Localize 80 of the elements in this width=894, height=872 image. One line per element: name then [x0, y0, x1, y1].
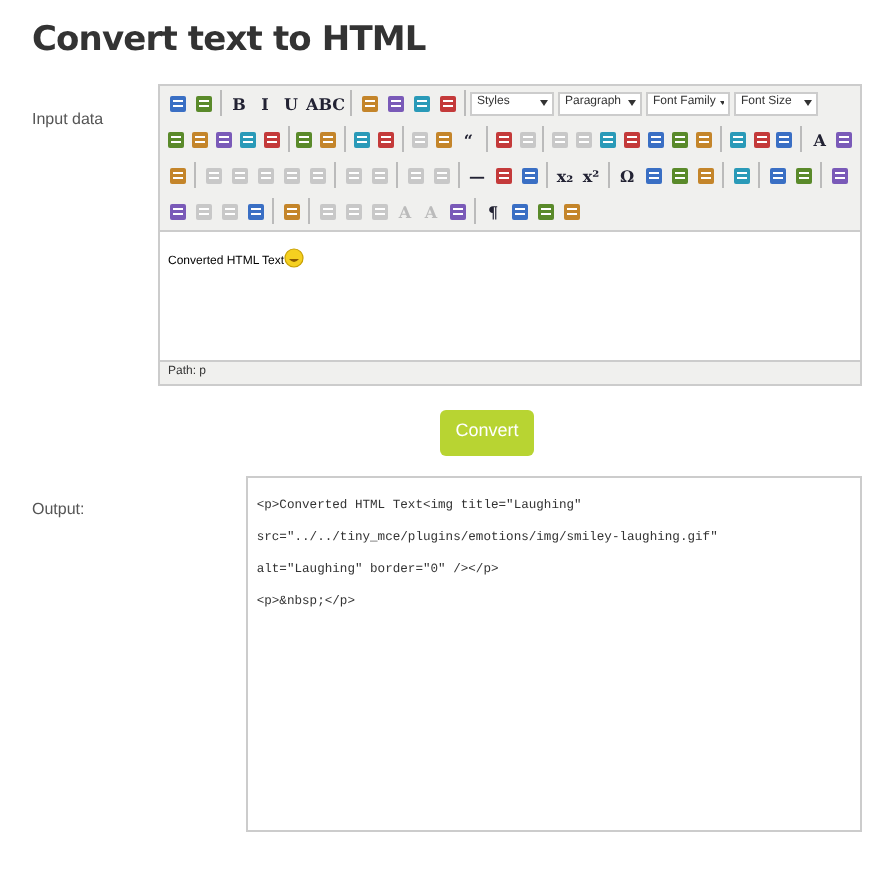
smiley-icon [284, 247, 305, 267]
document-icon [535, 201, 555, 221]
document-icon [574, 129, 595, 149]
caret-icon [540, 100, 549, 106]
caret-icon [719, 100, 725, 106]
document-icon [405, 165, 425, 185]
document-icon [519, 165, 539, 185]
document-icon [193, 201, 213, 221]
toolbar-button[interactable]: ABC [304, 89, 347, 117]
document-icon [281, 165, 301, 185]
document-icon [767, 165, 787, 185]
toolbar-button[interactable]: B [226, 89, 252, 117]
document-icon [203, 165, 223, 185]
document-icon [447, 201, 467, 221]
document-icon [343, 165, 363, 185]
document-icon [318, 129, 339, 149]
document-icon [774, 129, 795, 149]
caret-icon [804, 100, 813, 106]
document-icon [829, 165, 849, 185]
toolbar-button[interactable]: I [252, 89, 278, 117]
document-icon [669, 165, 689, 185]
document-icon [437, 93, 458, 113]
document-icon [727, 129, 748, 149]
document-icon [343, 201, 363, 221]
document-icon [369, 165, 389, 185]
toolbar-button[interactable]: A [806, 125, 833, 153]
document-icon [317, 201, 337, 221]
document-icon [165, 129, 186, 149]
document-icon [213, 129, 234, 149]
document-icon [167, 93, 187, 113]
document-icon [622, 129, 643, 149]
page-title: Convert text to HTML [32, 18, 428, 64]
field-label: Input data [32, 109, 104, 127]
document-icon [834, 129, 855, 149]
document-icon [751, 129, 772, 149]
document-icon [411, 93, 432, 113]
toolbar-button[interactable]: U [278, 89, 304, 117]
document-icon [409, 129, 430, 149]
document-icon [493, 165, 513, 185]
toolbar-button[interactable]: x₂ [552, 161, 578, 189]
document-icon [237, 129, 258, 149]
document-icon [307, 165, 327, 185]
field-label: Output: [32, 499, 85, 517]
document-icon [167, 165, 187, 185]
caret-icon [628, 100, 637, 106]
document-icon [229, 165, 249, 185]
document-icon [281, 201, 301, 221]
document-icon [561, 201, 581, 221]
document-icon [369, 201, 389, 221]
document-icon [431, 165, 451, 185]
toolbar-button[interactable]: Ω [614, 161, 640, 189]
toolbar-button[interactable]: x² [578, 161, 604, 189]
document-icon [550, 129, 571, 149]
toolbar-button[interactable]: “ [455, 125, 482, 153]
document-icon [261, 129, 282, 149]
document-icon [693, 129, 714, 149]
document-icon [669, 129, 690, 149]
document-icon [731, 165, 751, 185]
document-icon [245, 201, 265, 221]
document-icon [167, 201, 187, 221]
document-icon [193, 93, 213, 113]
document-icon [294, 129, 315, 149]
document-icon [493, 129, 514, 149]
document-icon [255, 165, 275, 185]
document-icon [509, 201, 529, 221]
document-icon [352, 129, 373, 149]
document-icon [385, 93, 406, 113]
document-icon [376, 129, 397, 149]
document-icon [433, 129, 454, 149]
document-icon [793, 165, 813, 185]
toolbar-button[interactable]: — [464, 161, 490, 189]
document-icon [643, 165, 663, 185]
document-icon [598, 129, 619, 149]
document-icon [219, 201, 239, 221]
document-icon [645, 129, 666, 149]
document-icon [189, 129, 210, 149]
document-icon [517, 129, 538, 149]
document-icon [695, 165, 715, 185]
toolbar-button[interactable]: ¶ [480, 197, 506, 225]
document-icon [359, 93, 380, 113]
